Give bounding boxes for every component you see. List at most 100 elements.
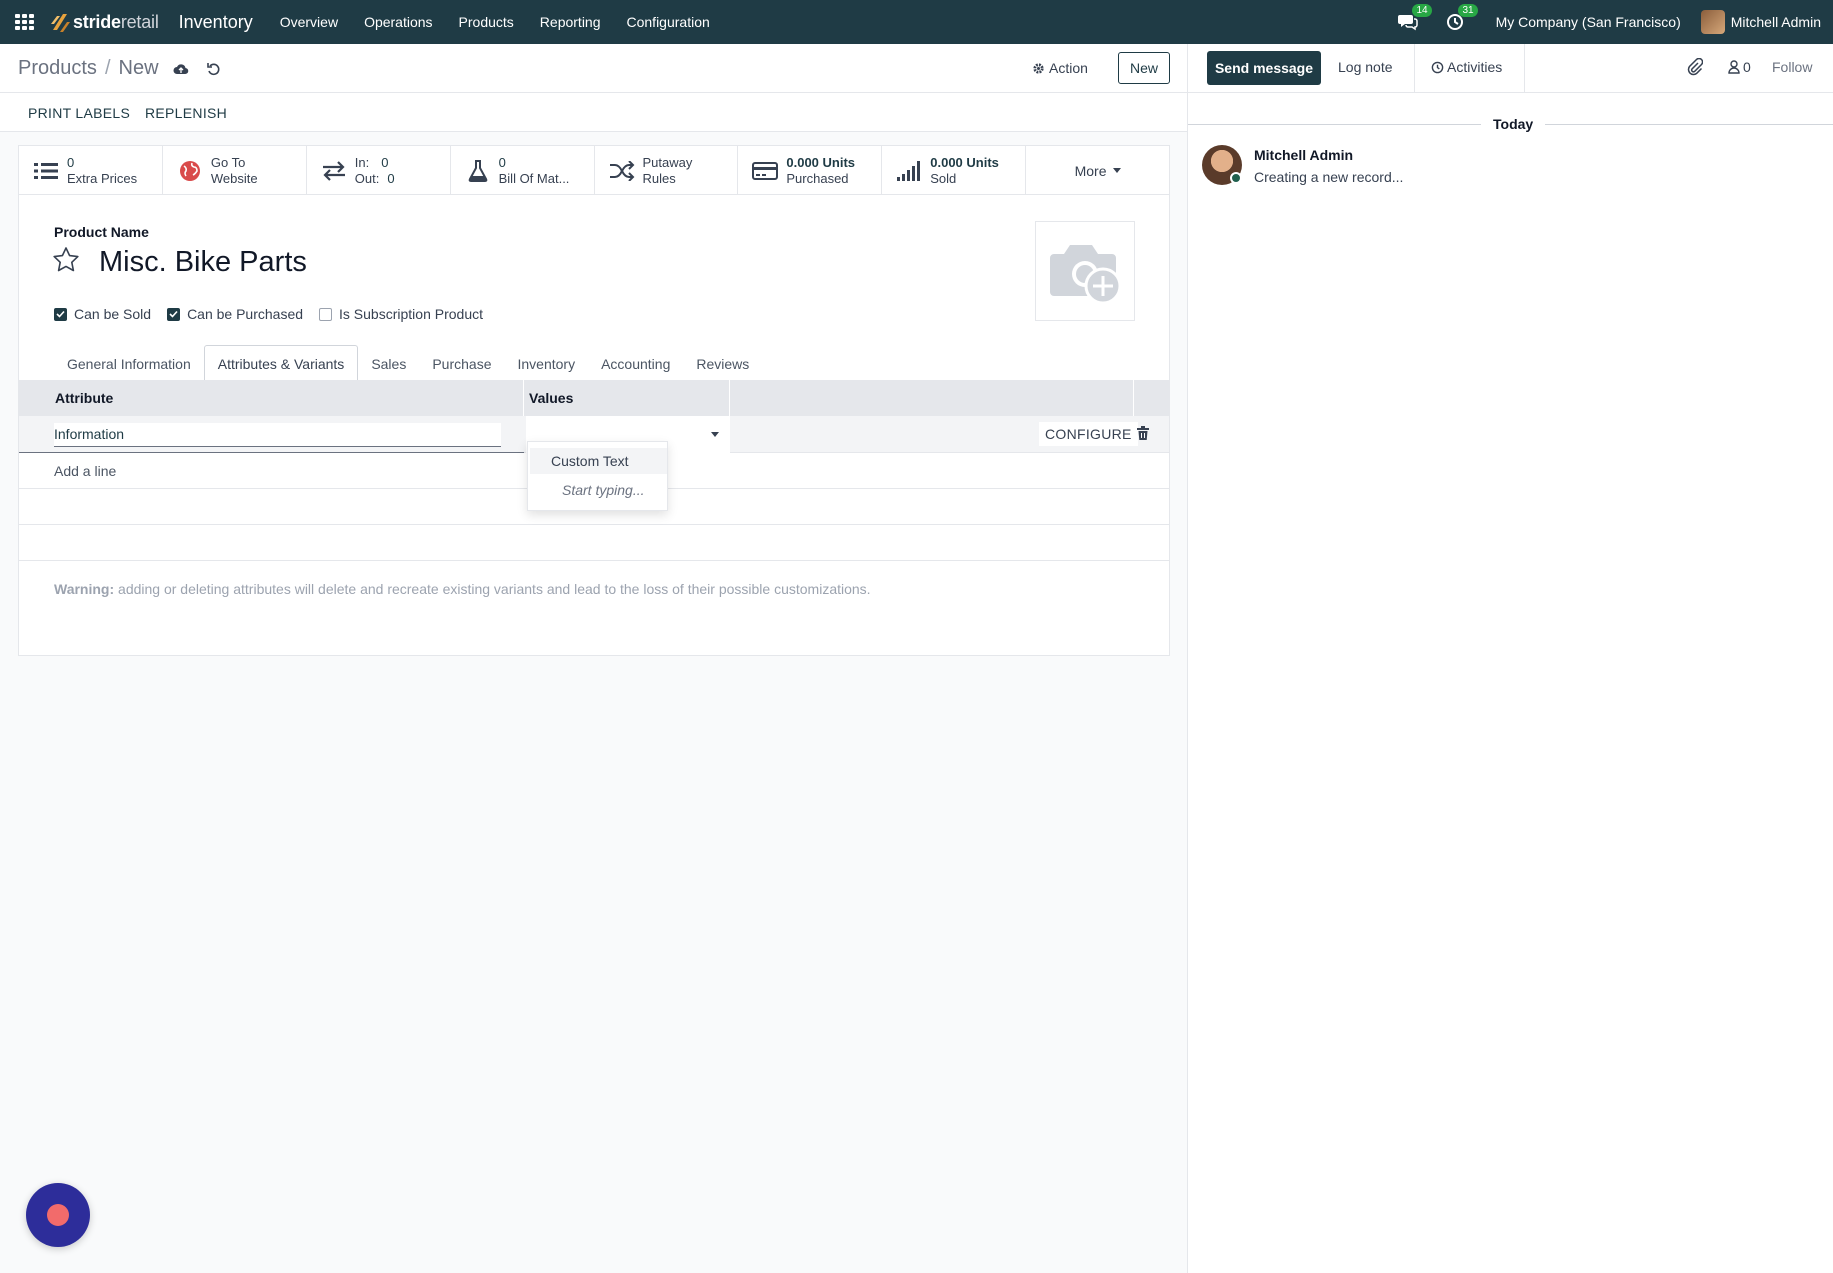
record-dot-icon: [47, 1204, 69, 1226]
activities-label: Activities: [1447, 59, 1503, 75]
list-icon: [33, 159, 59, 183]
action-menu-button[interactable]: Action: [1032, 60, 1088, 76]
units-purchased-button[interactable]: 0.000 Units Purchased: [738, 146, 883, 195]
breadcrumb-products[interactable]: Products: [18, 57, 97, 80]
gear-icon: [1033, 62, 1044, 74]
product-name-input[interactable]: Misc. Bike Parts: [99, 246, 307, 279]
attribute-input[interactable]: Information: [54, 423, 501, 447]
form-sheet: 0 Extra Prices Go To Website In: 0 Out: 0 0B…: [18, 145, 1170, 656]
breadcrumb-current: New: [118, 57, 159, 79]
print-labels-button[interactable]: PRINT LABELS: [28, 105, 130, 121]
configure-button[interactable]: CONFIGURE: [1039, 422, 1138, 446]
sold-value: 0.000 Units: [930, 154, 999, 170]
menu-operations[interactable]: Operations: [351, 14, 445, 30]
followers-button[interactable]: 0: [1728, 59, 1751, 75]
checkbox-checked-icon: [54, 307, 67, 321]
checkbox-checked-icon: [167, 307, 181, 321]
can-be-purchased-label: Can be Purchased: [187, 306, 304, 322]
user-menu[interactable]: Mitchell Admin: [1731, 14, 1821, 30]
app-title[interactable]: Inventory: [179, 12, 253, 33]
activities-button[interactable]: 31: [1446, 4, 1478, 31]
tab-accounting[interactable]: Accounting: [588, 345, 683, 382]
product-name-label: Product Name: [54, 224, 149, 240]
extra-prices-label: Extra Prices: [67, 170, 138, 186]
tab-reviews[interactable]: Reviews: [683, 345, 762, 382]
attributes-warning: Warning: adding or deleting attributes w…: [54, 581, 871, 597]
credit-card-icon: [752, 159, 779, 183]
column-header-attribute[interactable]: Attribute: [19, 380, 524, 416]
send-message-button[interactable]: Send message: [1207, 51, 1321, 85]
messages-count-badge: 14: [1412, 4, 1432, 17]
is-subscription-checkbox[interactable]: Is Subscription Product: [319, 306, 483, 322]
can-be-sold-label: Can be Sold: [74, 306, 152, 322]
warning-label: Warning:: [54, 581, 115, 597]
values-autocomplete-dropdown: Custom Text Start typing...: [527, 441, 668, 511]
can-be-purchased-checkbox[interactable]: Can be Purchased: [167, 306, 303, 322]
values-dropdown-caret-icon[interactable]: [711, 432, 719, 437]
trash-icon[interactable]: [1137, 426, 1149, 443]
dropdown-option-custom-text[interactable]: Custom Text: [530, 448, 667, 474]
flask-icon: [465, 159, 491, 183]
tab-inventory[interactable]: Inventory: [505, 345, 589, 382]
date-separator-today: Today: [1481, 116, 1546, 132]
action-label: Action: [1049, 60, 1088, 76]
chatter-topbar: Send message Log note Activities 0 Follo…: [1188, 44, 1833, 93]
column-header-values[interactable]: Values: [524, 380, 730, 416]
activities-button[interactable]: Activities: [1431, 59, 1502, 75]
tab-general-information[interactable]: General Information: [54, 345, 204, 382]
form-button-bar: PRINT LABELS REPLENISH: [0, 93, 1187, 132]
paperclip-icon[interactable]: [1687, 57, 1704, 79]
clock-icon: [1431, 61, 1444, 73]
units-sold-button[interactable]: 0.000 Units Sold: [882, 146, 1027, 195]
menu-reporting[interactable]: Reporting: [527, 14, 614, 30]
shuffle-icon: [609, 159, 635, 183]
column-header-spacer: [730, 380, 1134, 416]
smart-buttons: 0 Extra Prices Go To Website In: 0 Out: 0 0B…: [19, 146, 1169, 195]
dropdown-hint: Start typing...: [562, 482, 645, 498]
go-to-website-button[interactable]: Go To Website: [163, 146, 307, 195]
purchased-label: Purchased: [786, 170, 849, 186]
bill-of-materials-button[interactable]: 0 Bill Of Mat...: [451, 146, 595, 195]
menu-products[interactable]: Products: [446, 14, 527, 30]
chatter-panel: Send message Log note Activities 0 Follo…: [1187, 44, 1833, 1273]
tab-attributes-variants[interactable]: Attributes & Variants: [203, 345, 359, 382]
can-be-sold-checkbox[interactable]: Can be Sold: [54, 306, 151, 322]
putaway-line1: Putaway: [642, 154, 693, 170]
purchased-value: 0.000 Units: [786, 154, 856, 170]
replenish-button[interactable]: REPLENISH: [145, 105, 227, 121]
user-icon: [1728, 60, 1740, 74]
warning-text: adding or deleting attributes will delet…: [114, 581, 871, 597]
menu-configuration[interactable]: Configuration: [614, 14, 723, 30]
in-label: In:: [354, 154, 370, 170]
floating-record-button[interactable]: [26, 1183, 90, 1247]
out-value: 0: [387, 170, 395, 186]
log-note-button[interactable]: Log note: [1338, 59, 1393, 75]
new-button[interactable]: New: [1118, 52, 1170, 84]
favorite-star-icon[interactable]: [52, 246, 80, 277]
messages-button[interactable]: 14: [1397, 4, 1432, 31]
menu-overview[interactable]: Overview: [267, 14, 351, 30]
save-cloud-icon[interactable]: [173, 62, 189, 76]
globe-icon: [177, 159, 203, 183]
follow-button[interactable]: Follow: [1772, 59, 1812, 75]
putaway-rules-button[interactable]: Putaway Rules: [595, 146, 739, 195]
checkbox-unchecked-icon: [319, 307, 333, 321]
extra-prices-value: 0: [67, 154, 75, 170]
tab-sales[interactable]: Sales: [358, 345, 419, 382]
followers-count: 0: [1743, 59, 1751, 75]
exchange-arrows-icon: [321, 159, 347, 183]
company-switcher[interactable]: My Company (San Francisco): [1496, 14, 1681, 30]
product-image-upload[interactable]: [1035, 221, 1135, 321]
message-author[interactable]: Mitchell Admin: [1254, 147, 1353, 163]
brand-name: strideretail: [73, 11, 159, 32]
app-grid-icon[interactable]: [15, 14, 35, 30]
brand-logo[interactable]: strideretail: [49, 10, 159, 34]
user-avatar[interactable]: [1700, 10, 1725, 34]
in-out-button[interactable]: In: 0 Out: 0: [307, 146, 451, 195]
extra-prices-button[interactable]: 0 Extra Prices: [19, 146, 163, 195]
discard-undo-icon[interactable]: [206, 62, 221, 76]
more-button[interactable]: More: [1026, 146, 1169, 195]
tab-purchase[interactable]: Purchase: [419, 345, 504, 382]
bom-label: Bill Of Mat...: [498, 170, 570, 186]
is-subscription-label: Is Subscription Product: [339, 306, 483, 322]
